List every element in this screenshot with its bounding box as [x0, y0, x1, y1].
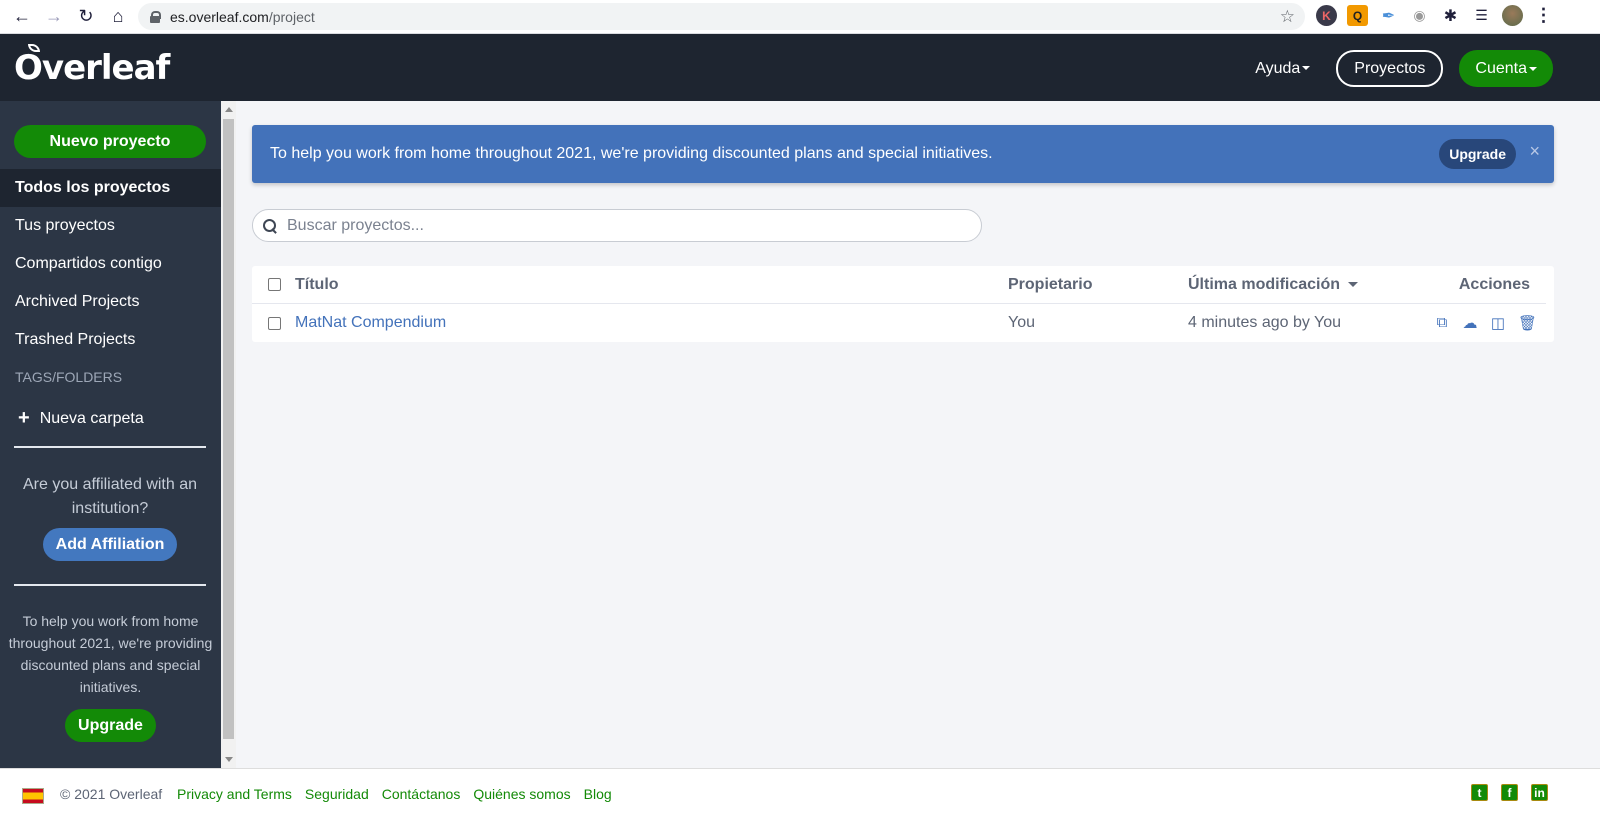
browser-toolbar: ← → ↻ ⌂ es.overleaf.com /project ☆ K Q ✒… — [0, 0, 1600, 34]
profile-avatar[interactable] — [1502, 5, 1523, 26]
column-last-modified[interactable]: Última modificación — [1188, 275, 1359, 294]
social-links: t f in — [1471, 784, 1548, 801]
close-icon[interactable]: × — [1529, 141, 1540, 162]
new-folder-button[interactable]: + Nueva carpeta — [18, 407, 144, 430]
lock-icon[interactable] — [150, 10, 161, 23]
search-box — [252, 209, 982, 242]
copyright: © 2021 Overleaf — [60, 786, 163, 802]
select-all-checkbox[interactable] — [268, 278, 281, 291]
site-footer: © 2021 Overleaf Privacy and Terms Seguri… — [0, 768, 1600, 832]
camera-extension-icon[interactable]: ◉ — [1409, 5, 1430, 26]
main-content: To help you work from home throughout 20… — [236, 101, 1600, 768]
projects-button[interactable]: Proyectos — [1336, 50, 1444, 87]
trash-icon[interactable]: 🗑 — [1518, 314, 1537, 332]
table-header: Título Propietario Última modificación A… — [252, 266, 1546, 304]
media-icon[interactable]: ☰ — [1471, 5, 1492, 26]
project-title-link[interactable]: MatNat Compendium — [295, 314, 446, 332]
top-nav: Ayuda Proyectos Cuenta — [1245, 50, 1553, 87]
column-owner[interactable]: Propietario — [1008, 276, 1092, 294]
sidebar: Nuevo proyecto Todos los proyectos Tus p… — [0, 101, 221, 768]
forward-icon[interactable]: → — [38, 1, 70, 33]
project-last-modified: 4 minutes ago by You — [1188, 314, 1342, 331]
search-input[interactable] — [287, 216, 967, 235]
footer-link-contact[interactable]: Contáctanos — [382, 786, 461, 802]
site-header: Overleaf Ayuda Proyectos Cuenta — [0, 34, 1600, 101]
tags-folders-heading: TAGS/FOLDERS — [15, 369, 123, 385]
scroll-down-arrow[interactable] — [225, 757, 233, 762]
footer-link-blog[interactable]: Blog — [584, 786, 612, 802]
sort-desc-icon — [1348, 281, 1359, 287]
spain-flag-icon[interactable] — [22, 788, 44, 804]
footer-link-about[interactable]: Quiénes somos — [473, 786, 570, 802]
help-dropdown[interactable]: Ayuda — [1245, 52, 1320, 86]
home-icon[interactable]: ⌂ — [102, 1, 134, 33]
sidebar-item-trashed[interactable]: Trashed Projects — [0, 321, 221, 359]
caret-down-icon — [1302, 66, 1311, 71]
add-affiliation-button[interactable]: Add Affiliation — [43, 528, 177, 561]
row-checkbox[interactable] — [268, 316, 281, 330]
feather-extension-icon[interactable]: ✒ — [1378, 5, 1399, 26]
project-owner: You — [1008, 314, 1035, 331]
project-filter-nav: Todos los proyectos Tus proyectos Compar… — [0, 169, 221, 359]
projects-table: Título Propietario Última modificación A… — [252, 266, 1554, 342]
back-icon[interactable]: ← — [6, 1, 38, 33]
download-icon[interactable]: ☁ — [1462, 314, 1478, 332]
projects-label: Proyectos — [1354, 59, 1426, 77]
banner-text: To help you work from home throughout 20… — [270, 145, 993, 162]
twitter-icon[interactable]: t — [1471, 784, 1488, 801]
footer-links: Privacy and Terms Seguridad Contáctanos … — [177, 786, 612, 802]
banner-upgrade-button[interactable]: Upgrade — [1439, 139, 1516, 169]
column-last-modified-label: Última modificación — [1188, 275, 1341, 293]
caret-down-icon — [1529, 66, 1537, 71]
plus-icon: + — [18, 407, 30, 429]
archive-icon[interactable]: ◫ — [1490, 314, 1506, 332]
promo-text: To help you work from home throughout 20… — [8, 613, 213, 695]
sidebar-item-your-projects[interactable]: Tus proyectos — [0, 207, 221, 245]
help-label: Ayuda — [1255, 59, 1301, 77]
affiliation-prompt: Are you affiliated with an institution? — [22, 476, 198, 517]
account-dropdown[interactable]: Cuenta — [1459, 50, 1553, 87]
footer-link-security[interactable]: Seguridad — [305, 786, 369, 802]
column-actions: Acciones — [1458, 275, 1530, 293]
divider — [14, 446, 206, 448]
copy-icon[interactable]: ⧉ — [1434, 314, 1450, 332]
page-body: Nuevo proyecto Todos los proyectos Tus p… — [0, 101, 1600, 768]
star-icon[interactable]: ☆ — [1280, 7, 1295, 27]
scroll-up-arrow[interactable] — [225, 107, 233, 112]
url-path: /project — [268, 8, 315, 25]
footer-link-privacy[interactable]: Privacy and Terms — [177, 786, 292, 802]
divider — [14, 584, 206, 586]
sidebar-item-shared[interactable]: Compartidos contigo — [0, 245, 221, 283]
sidebar-upgrade-button[interactable]: Upgrade — [65, 709, 156, 742]
extensions-bar: K Q ✒ ◉ ✱ ☰ ⋮ — [1316, 5, 1554, 26]
k-extension-icon[interactable]: K — [1316, 5, 1337, 26]
sidebar-item-all-projects[interactable]: Todos los proyectos — [0, 169, 221, 207]
account-label: Cuenta — [1475, 59, 1527, 77]
search-icon — [263, 218, 277, 233]
scroll-thumb[interactable] — [223, 119, 234, 739]
new-folder-label: Nueva carpeta — [39, 409, 144, 427]
row-actions: ⧉ ☁ ◫ 🗑 — [1434, 314, 1537, 332]
logo-text: Overleaf — [14, 48, 170, 88]
new-project-button[interactable]: Nuevo proyecto — [14, 125, 206, 158]
puzzle-icon[interactable]: ✱ — [1440, 5, 1461, 26]
q-extension-icon[interactable]: Q — [1347, 5, 1368, 26]
reload-icon[interactable]: ↻ — [70, 1, 102, 33]
column-title[interactable]: Título — [295, 276, 339, 294]
linkedin-icon[interactable]: in — [1531, 784, 1548, 801]
kebab-menu-icon[interactable]: ⋮ — [1533, 5, 1554, 26]
address-bar[interactable]: es.overleaf.com /project ☆ — [138, 3, 1305, 30]
promo-banner: To help you work from home throughout 20… — [252, 125, 1554, 183]
table-row: MatNat Compendium You 4 minutes ago by Y… — [252, 304, 1554, 342]
overleaf-logo[interactable]: Overleaf — [14, 44, 170, 88]
sidebar-item-archived[interactable]: Archived Projects — [0, 283, 221, 321]
sidebar-scrollbar[interactable] — [221, 101, 236, 768]
url-host: es.overleaf.com — [170, 8, 269, 25]
facebook-icon[interactable]: f — [1501, 784, 1518, 801]
